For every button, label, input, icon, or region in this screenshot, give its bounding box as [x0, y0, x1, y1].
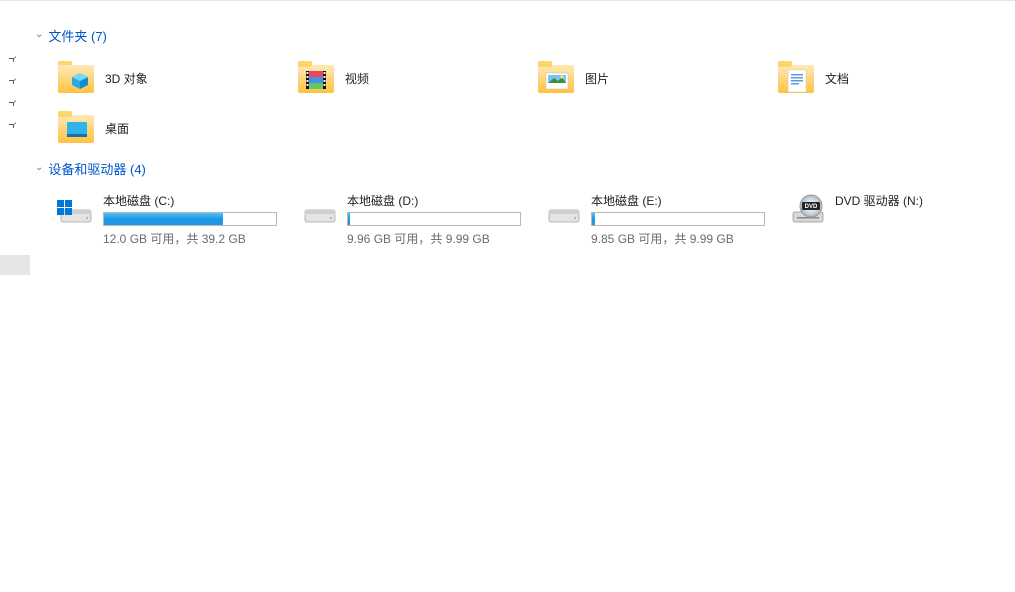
- drive-name: 本地磁盘 (D:): [347, 192, 521, 209]
- drive-name: DVD 驱动器 (N:): [835, 192, 1009, 209]
- drive-info: DVD 驱动器 (N:): [835, 192, 1015, 247]
- pin-icon: [0, 48, 30, 70]
- drive-usage-fill: [348, 213, 350, 225]
- folder-label: 桌面: [105, 120, 129, 137]
- nav-stub: [0, 48, 30, 136]
- folder-label: 3D 对象: [105, 70, 148, 87]
- folders-grid: 3D 对象 视频: [55, 55, 1015, 151]
- group-header-drives[interactable]: ⌄ 设备和驱动器 (4): [35, 159, 1015, 178]
- svg-text:DVD: DVD: [805, 204, 818, 210]
- drive-usage-bar: [103, 212, 277, 226]
- group-title-drives: 设备和驱动器 (4): [48, 159, 146, 178]
- folder-pictures[interactable]: 图片: [535, 55, 775, 101]
- drive-dvd[interactable]: DVD DVD 驱动器 (N:): [787, 188, 1015, 251]
- drive-usage-bar: [347, 212, 521, 226]
- drives-grid: 本地磁盘 (C:) 12.0 GB 可用，共 39.2 GB 本地磁盘 (D:): [55, 188, 1015, 251]
- drive-usage-fill: [592, 213, 595, 225]
- drive-name: 本地磁盘 (C:): [103, 192, 277, 209]
- pin-icon: [0, 92, 30, 114]
- drive-icon: [545, 192, 583, 230]
- pictures-icon: [537, 59, 575, 97]
- drive-e[interactable]: 本地磁盘 (E:) 9.85 GB 可用，共 9.99 GB: [543, 188, 783, 251]
- 3d-objects-icon: [57, 59, 95, 97]
- drive-stats: 9.85 GB 可用，共 9.99 GB: [591, 230, 765, 247]
- folder-label: 文档: [825, 70, 849, 87]
- nav-divider: [0, 255, 30, 275]
- drive-info: 本地磁盘 (D:) 9.96 GB 可用，共 9.99 GB: [347, 192, 537, 247]
- folder-desktop[interactable]: 桌面: [55, 105, 295, 151]
- folder-3d-objects[interactable]: 3D 对象: [55, 55, 295, 101]
- drive-name: 本地磁盘 (E:): [591, 192, 765, 209]
- desktop-icon: [57, 109, 95, 147]
- documents-icon: [777, 59, 815, 97]
- drive-icon: [301, 192, 339, 230]
- drive-info: 本地磁盘 (E:) 9.85 GB 可用，共 9.99 GB: [591, 192, 781, 247]
- folder-label: 图片: [585, 70, 609, 87]
- chevron-down-icon: ⌄: [35, 29, 43, 40]
- drive-c[interactable]: 本地磁盘 (C:) 12.0 GB 可用，共 39.2 GB: [55, 188, 295, 251]
- pin-icon: [0, 114, 30, 136]
- group-title-folders: 文件夹 (7): [48, 26, 107, 45]
- drive-usage-bar: [591, 212, 765, 226]
- chevron-down-icon: ⌄: [35, 162, 43, 173]
- content-area: ⌄ 文件夹 (7) 3D 对象: [35, 20, 1015, 251]
- drive-info: 本地磁盘 (C:) 12.0 GB 可用，共 39.2 GB: [103, 192, 293, 247]
- folder-documents[interactable]: 文档: [775, 55, 1015, 101]
- drive-os-icon: [57, 192, 95, 230]
- drive-stats: 12.0 GB 可用，共 39.2 GB: [103, 230, 277, 247]
- folder-label: 视频: [345, 70, 369, 87]
- drive-d[interactable]: 本地磁盘 (D:) 9.96 GB 可用，共 9.99 GB: [299, 188, 539, 251]
- drive-stats: 9.96 GB 可用，共 9.99 GB: [347, 230, 521, 247]
- pin-icon: [0, 70, 30, 92]
- folder-videos[interactable]: 视频: [295, 55, 535, 101]
- dvd-drive-icon: DVD: [789, 192, 827, 230]
- group-header-folders[interactable]: ⌄ 文件夹 (7): [35, 26, 1015, 45]
- videos-icon: [297, 59, 335, 97]
- drive-usage-fill: [104, 213, 223, 225]
